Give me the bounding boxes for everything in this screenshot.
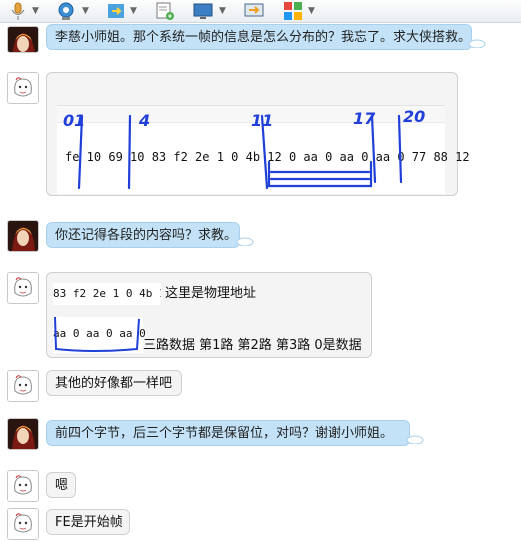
chevron-down-icon[interactable]: ▼ — [130, 6, 137, 16]
add-note-icon[interactable] — [155, 1, 175, 21]
crop-image-data[interactable]: aa 0 aa 0 aa 0 — [53, 317, 146, 353]
message-bubble: FE是开始帧 — [46, 509, 130, 535]
annotation-01: 01 — [63, 111, 85, 130]
message-text: FE是开始帧 — [55, 515, 123, 530]
message-bubble: 前四个字节，后三个字节都是保留位，对吗？谢谢小师姐。 — [46, 420, 410, 446]
annotation-4: 4 — [138, 111, 150, 130]
message-text: 其他的好像都一样吧 — [55, 376, 173, 391]
note-three-channels: 三路数据 第1路 第2路 第3路 0是数据 — [143, 338, 362, 353]
message-bubble: 李慈小师姐。那个系统一帧的信息是怎么分布的？我忘了。求大侠搭救。 — [46, 24, 472, 50]
chat-toolbar: ▼ ▼ ▼ ▼ ▼ — [0, 0, 521, 23]
avatar[interactable] — [7, 26, 39, 53]
share-screen-icon[interactable] — [193, 1, 213, 21]
annotation-11: 11 — [251, 111, 273, 130]
chevron-down-icon[interactable]: ▼ — [82, 6, 89, 16]
avatar[interactable] — [7, 418, 39, 450]
chevron-down-icon[interactable]: ▼ — [308, 6, 315, 16]
microphone-icon[interactable] — [8, 1, 28, 21]
avatar[interactable] — [7, 508, 39, 540]
bubble-cloud-icon — [406, 435, 424, 444]
avatar[interactable] — [7, 470, 39, 502]
bubble-cloud-icon — [468, 39, 486, 48]
message-text: 你还记得各段的内容吗？求教。 — [55, 228, 238, 243]
frame-screenshot[interactable]: fe 10 69 10 83 f2 2e 1 0 4b 12 0 aa 0 aa… — [57, 105, 470, 194]
message-bubble: 嗯 — [46, 472, 76, 498]
transfer-file-icon[interactable] — [106, 1, 126, 21]
avatar[interactable] — [7, 272, 39, 304]
crop-image-address[interactable]: 83 f2 2e 1 0 4b 12 0 — [53, 283, 161, 305]
avatar[interactable] — [7, 72, 39, 104]
chevron-down-icon[interactable]: ▼ — [32, 6, 39, 16]
avatar[interactable] — [7, 220, 39, 252]
send-screen-icon[interactable] — [244, 1, 264, 21]
webcam-icon[interactable] — [56, 1, 76, 21]
message-text: 嗯 — [55, 478, 69, 493]
annotation-17: 17 — [353, 109, 376, 128]
image-message-bubble: fe 10 69 10 83 f2 2e 1 0 4b 12 0 aa 0 aa… — [46, 72, 470, 196]
chevron-down-icon[interactable]: ▼ — [219, 6, 226, 16]
message-text: 前四个字节，后三个字节都是保留位，对吗？谢谢小师姐。 — [55, 426, 394, 441]
message-bubble: 其他的好像都一样吧 — [46, 370, 182, 396]
note-physical-address: 这里是物理地址 — [165, 286, 257, 301]
handwritten-annotations: 01 4 11 17 20 — [63, 107, 425, 190]
annotation-20: 20 — [403, 107, 425, 126]
avatar[interactable] — [7, 370, 39, 402]
message-text: 李慈小师姐。那个系统一帧的信息是怎么分布的？我忘了。求大侠搭救。 — [55, 30, 472, 45]
bubble-cloud-icon — [236, 237, 254, 246]
composite-message-bubble: 83 f2 2e 1 0 4b 12 0 这里是物理地址 aa 0 aa 0 a… — [46, 272, 372, 358]
message-bubble: 你还记得各段的内容吗？求教。 — [46, 222, 240, 248]
apps-icon[interactable] — [283, 1, 303, 21]
